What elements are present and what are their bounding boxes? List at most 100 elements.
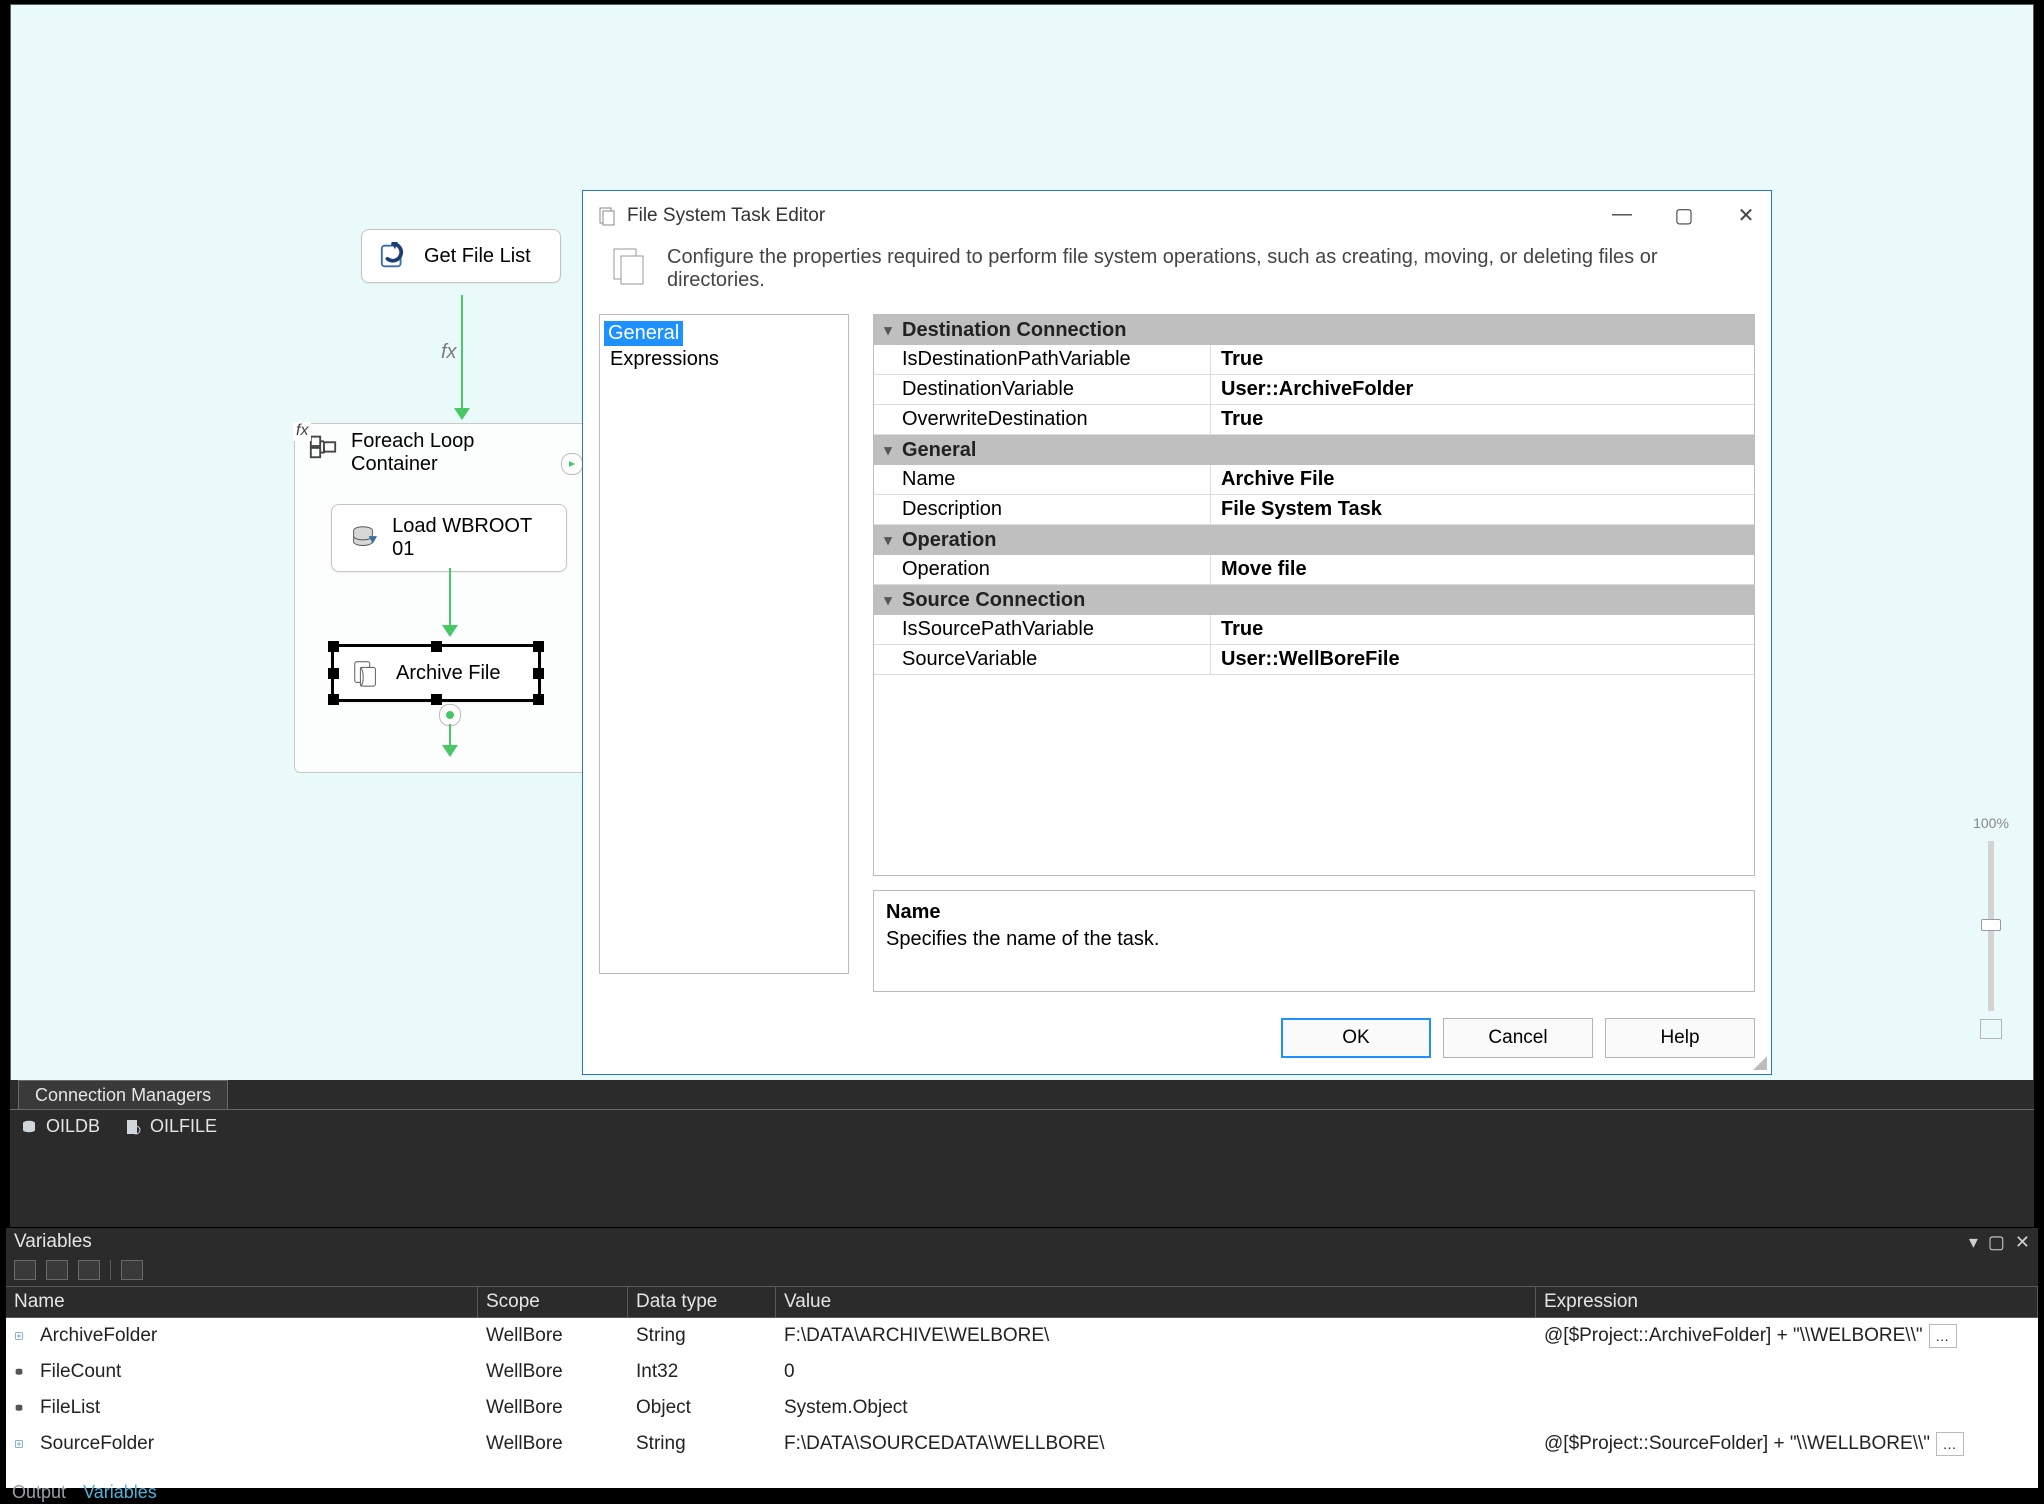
task-get-file-list[interactable]: Get File List — [361, 229, 561, 283]
prop-row[interactable]: IsSourcePathVariableTrue — [874, 615, 1754, 645]
variable-row[interactable]: SourceFolderWellBoreStringF:\DATA\SOURCE… — [6, 1426, 2038, 1462]
connection-managers-tab[interactable]: Connection Managers — [18, 1080, 228, 1109]
variable-type-icon — [6, 1395, 32, 1421]
variable-row[interactable]: FileListWellBoreObjectSystem.Object — [6, 1390, 2038, 1426]
prop-row[interactable]: IsDestinationPathVariableTrue — [874, 345, 1754, 375]
variables-header-value[interactable]: Value — [776, 1287, 1536, 1317]
prop-category-operation[interactable]: ▾Operation — [874, 525, 1754, 555]
resize-handle[interactable] — [533, 668, 544, 679]
resize-handle[interactable] — [431, 694, 442, 705]
connector-source-glyph[interactable] — [439, 704, 461, 726]
property-help-name: Name — [886, 901, 1742, 924]
variables-header-expression[interactable]: Expression — [1536, 1287, 2038, 1317]
task-archive-file[interactable]: Archive File — [331, 644, 541, 702]
nav-item-expressions[interactable]: Expressions — [604, 346, 844, 373]
variable-expression[interactable]: @[$Project::ArchiveFolder] + "\\WELBORE\… — [1536, 1320, 2038, 1352]
toolbar-add-variable[interactable] — [14, 1260, 36, 1280]
variable-datatype: Object — [628, 1393, 776, 1423]
nav-item-general[interactable]: General — [604, 321, 683, 346]
variable-name: ArchiveFolder — [32, 1321, 478, 1351]
prop-row[interactable]: DestinationVariableUser::ArchiveFolder — [874, 375, 1754, 405]
ok-button[interactable]: OK — [1281, 1018, 1431, 1058]
resize-handle[interactable] — [533, 641, 544, 652]
property-grid: ▾Destination Connection IsDestinationPat… — [873, 314, 1755, 876]
chevron-down-icon: ▾ — [874, 591, 902, 609]
window-maximize-button[interactable]: ▢ — [1673, 203, 1695, 228]
variable-row[interactable]: ArchiveFolderWellBoreStringF:\DATA\ARCHI… — [6, 1318, 2038, 1354]
resize-handle[interactable] — [328, 694, 339, 705]
variable-expression[interactable] — [1536, 1404, 2038, 1412]
precedence-arrow-1[interactable] — [461, 295, 463, 411]
variable-value[interactable]: F:\DATA\ARCHIVE\WELBORE\ — [776, 1321, 1536, 1351]
prop-row[interactable]: NameArchive File — [874, 465, 1754, 495]
task-load-wbroot[interactable]: Load WBROOT 01 — [331, 504, 567, 572]
variable-expression[interactable] — [1536, 1368, 2038, 1376]
file-system-task-editor-dialog: File System Task Editor — ▢ ✕ Configure … — [582, 190, 1772, 1075]
dialog-title-icon — [597, 206, 617, 226]
prop-category-source[interactable]: ▾Source Connection — [874, 585, 1754, 615]
variable-name: FileList — [32, 1393, 478, 1423]
variable-scope: WellBore — [478, 1357, 628, 1387]
zoom-track[interactable] — [1988, 841, 1994, 1011]
toolbar-delete-variable[interactable] — [46, 1260, 68, 1280]
panel-close-icon[interactable]: ✕ — [2015, 1232, 2030, 1253]
zoom-thumb[interactable] — [1981, 919, 2001, 931]
window-minimize-button[interactable]: — — [1611, 203, 1633, 228]
precedence-arrow-3[interactable] — [449, 724, 451, 748]
data-flow-icon — [348, 522, 378, 554]
expression-editor-button[interactable]: … — [1929, 1324, 1957, 1348]
variable-row[interactable]: FileCountWellBoreInt320 — [6, 1354, 2038, 1390]
panel-pin-icon[interactable]: ▢ — [1988, 1232, 2005, 1253]
toolbar-move-variable[interactable] — [78, 1260, 100, 1280]
property-help-desc: Specifies the name of the task. — [886, 928, 1742, 951]
zoom-slider[interactable]: 100% — [1969, 815, 2013, 1039]
expression-editor-button[interactable]: … — [1936, 1432, 1964, 1456]
window-close-button[interactable]: ✕ — [1735, 203, 1757, 228]
connection-item-oildb[interactable]: OILDB — [20, 1116, 100, 1137]
chevron-down-icon: ▾ — [874, 441, 902, 459]
variable-datatype: String — [628, 1321, 776, 1351]
resize-handle[interactable] — [533, 694, 544, 705]
cancel-button[interactable]: Cancel — [1443, 1018, 1593, 1058]
prop-row[interactable]: OverwriteDestinationTrue — [874, 405, 1754, 435]
variable-value[interactable]: 0 — [776, 1357, 1536, 1387]
variables-header-datatype[interactable]: Data type — [628, 1287, 776, 1317]
container-connector-right[interactable] — [561, 453, 583, 475]
connector-fx-label: fx — [441, 341, 457, 364]
resize-handle[interactable] — [328, 668, 339, 679]
dialog-resize-grip[interactable] — [1753, 1056, 1767, 1070]
prop-row[interactable]: OperationMove file — [874, 555, 1754, 585]
variable-scope: WellBore — [478, 1321, 628, 1351]
zoom-fit-button[interactable] — [1980, 1019, 2002, 1039]
variables-rows: ArchiveFolderWellBoreStringF:\DATA\ARCHI… — [6, 1318, 2038, 1488]
tab-output[interactable]: Output — [6, 1480, 72, 1504]
task-archive-file-label: Archive File — [396, 662, 500, 685]
variable-value[interactable]: System.Object — [776, 1393, 1536, 1423]
variables-panel-title: Variables — [14, 1231, 92, 1253]
prop-row[interactable]: SourceVariableUser::WellBoreFile — [874, 645, 1754, 675]
prop-category-destination[interactable]: ▾Destination Connection — [874, 315, 1754, 345]
panel-menu-icon[interactable]: ▾ — [1969, 1232, 1978, 1253]
variables-header-scope[interactable]: Scope — [478, 1287, 628, 1317]
resize-handle[interactable] — [328, 641, 339, 652]
toolbar-grid-options[interactable] — [121, 1260, 143, 1280]
connection-item-oilfile[interactable]: OILFILE — [124, 1116, 217, 1137]
help-button[interactable]: Help — [1605, 1018, 1755, 1058]
foreach-loop-container[interactable]: fx Foreach Loop Container Load WBROOT 01 — [294, 423, 594, 773]
variables-header-name[interactable]: Name — [6, 1287, 478, 1317]
property-help-pane: Name Specifies the name of the task. — [873, 890, 1755, 992]
variable-scope: WellBore — [478, 1393, 628, 1423]
prop-category-general[interactable]: ▾General — [874, 435, 1754, 465]
resize-handle[interactable] — [431, 641, 442, 652]
precedence-arrow-2[interactable] — [449, 568, 451, 628]
prop-row[interactable]: DescriptionFile System Task — [874, 495, 1754, 525]
variable-name: FileCount — [32, 1357, 478, 1387]
file-connection-icon — [124, 1118, 142, 1136]
variable-scope: WellBore — [478, 1429, 628, 1459]
variable-value[interactable]: F:\DATA\SOURCEDATA\WELLBORE\ — [776, 1429, 1536, 1459]
tab-variables[interactable]: Variables — [77, 1480, 163, 1504]
variable-expression[interactable]: @[$Project::SourceFolder] + "\\WELLBORE\… — [1536, 1428, 2038, 1460]
variable-type-icon — [6, 1431, 32, 1457]
db-connection-icon — [20, 1118, 38, 1136]
variable-name: SourceFolder — [32, 1429, 478, 1459]
